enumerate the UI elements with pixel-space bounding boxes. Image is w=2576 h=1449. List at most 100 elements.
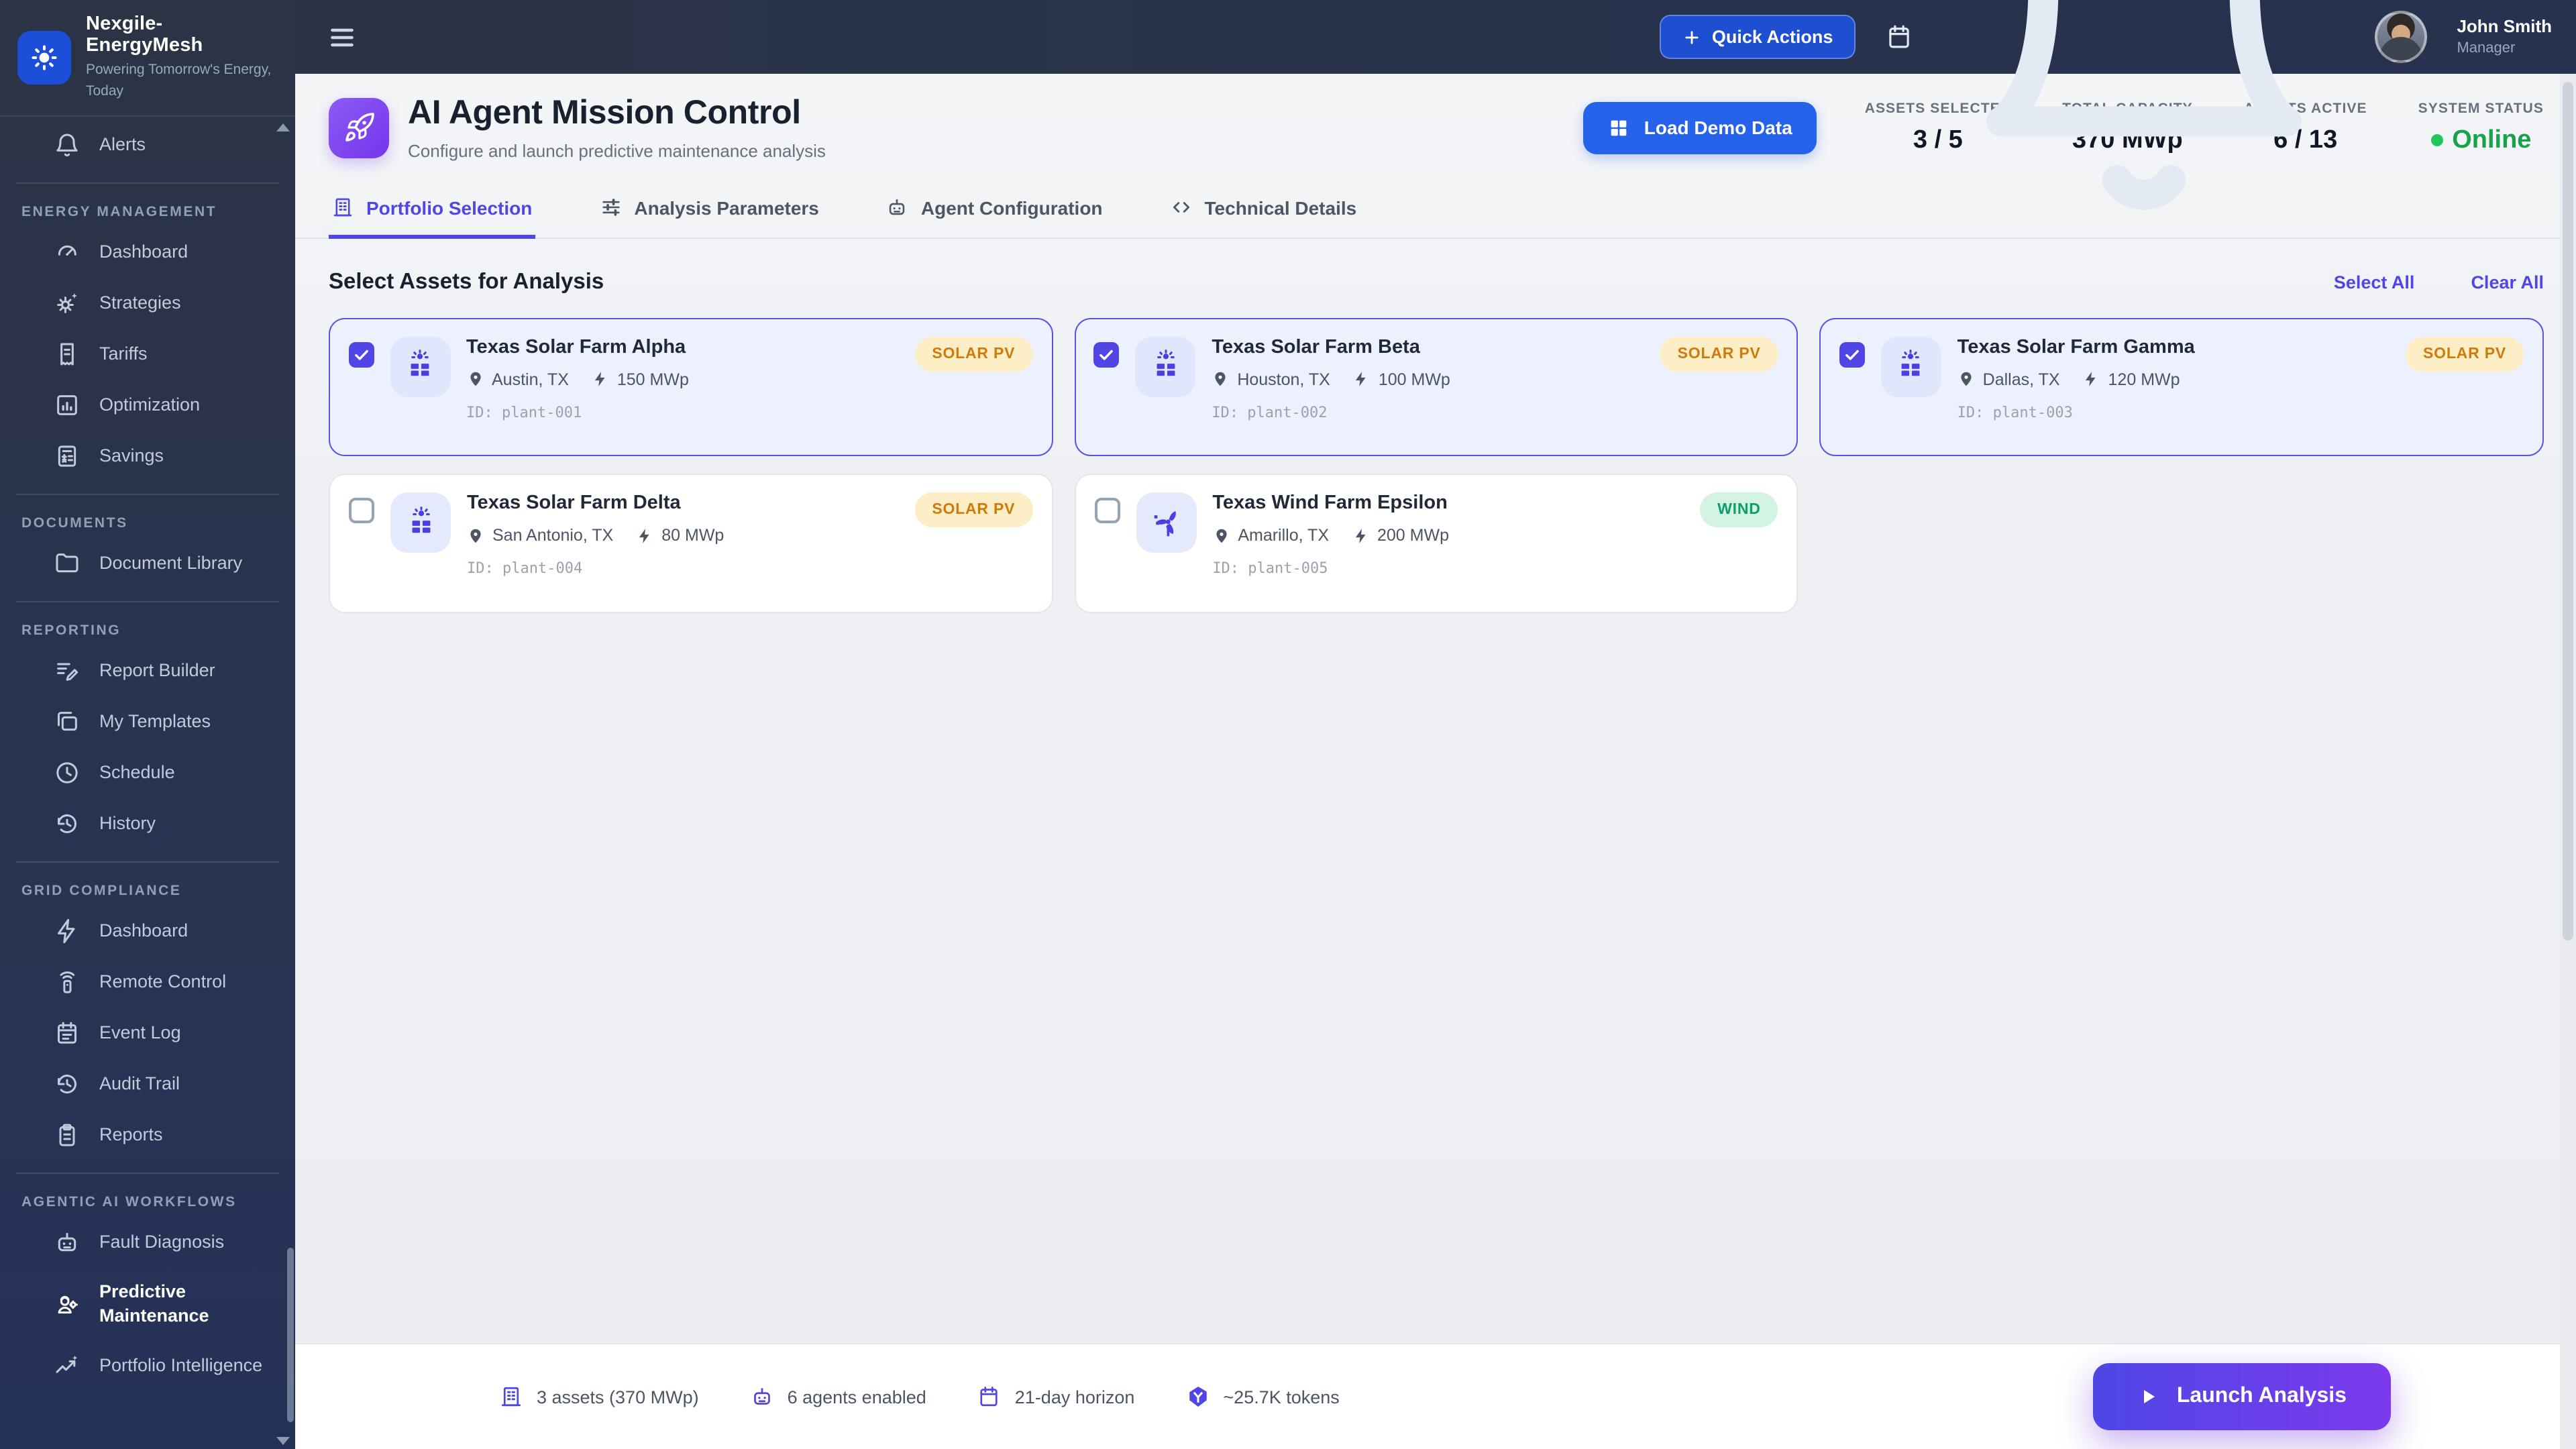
menu-icon[interactable] bbox=[327, 22, 357, 52]
asset-id: ID: plant-005 bbox=[1212, 559, 1778, 577]
calendar-icon[interactable] bbox=[1885, 23, 1913, 51]
chart-square-icon bbox=[54, 392, 80, 419]
building-icon bbox=[499, 1385, 523, 1409]
sidebar-scrollbar[interactable] bbox=[287, 1248, 294, 1422]
asset-checkbox[interactable] bbox=[1839, 341, 1865, 367]
tab-technical-details[interactable]: Technical Details bbox=[1167, 181, 1360, 237]
sidebar-item-report-builder[interactable]: Report Builder bbox=[0, 645, 295, 696]
sidebar-item-schedule[interactable]: Schedule bbox=[0, 747, 295, 798]
sidebar-item-history[interactable]: History bbox=[0, 798, 295, 849]
sidebar-scroll-up-icon[interactable] bbox=[276, 123, 290, 131]
sidebar-section: DOCUMENTS Document Library bbox=[0, 494, 295, 589]
asset-type-badge: WIND bbox=[1700, 492, 1778, 527]
asset-checkbox[interactable] bbox=[349, 498, 374, 523]
sidebar-item-my-templates[interactable]: My Templates bbox=[0, 696, 295, 747]
sidebar-item-savings[interactable]: Savings bbox=[0, 431, 295, 482]
sidebar-item-predictive-maintenance[interactable]: Predictive Maintenance bbox=[0, 1268, 295, 1341]
bolt-fill-icon bbox=[2083, 370, 2100, 388]
section-label: GRID COMPLIANCE bbox=[0, 875, 295, 906]
robot-icon bbox=[54, 1229, 80, 1256]
asset-checkbox[interactable] bbox=[1093, 341, 1119, 367]
asset-capacity: 80 MWp bbox=[661, 526, 724, 545]
sidebar-item-portfolio-intelligence[interactable]: Portfolio Intelligence bbox=[0, 1341, 295, 1392]
sidebar-item-event-log[interactable]: Event Log bbox=[0, 1008, 295, 1059]
sidebar-item-optimization[interactable]: Optimization bbox=[0, 380, 295, 431]
asset-card-texas-solar-farm-alpha[interactable]: Texas Solar Farm Alpha Austin, TX 150 MW… bbox=[329, 318, 1053, 456]
sidebar-item-remote-control[interactable]: Remote Control bbox=[0, 957, 295, 1008]
section-label: ENERGY MANAGEMENT bbox=[0, 196, 295, 227]
sidebar-item-dashboard[interactable]: Dashboard bbox=[0, 227, 295, 278]
asset-capacity: 150 MWp bbox=[617, 370, 689, 388]
summary-6-agents-enabled: 6 agents enabled bbox=[750, 1385, 926, 1409]
status-dot bbox=[2430, 134, 2443, 146]
pin-icon bbox=[466, 370, 484, 388]
gauge-icon bbox=[54, 239, 80, 266]
stat-system-status: SYSTEM STATUS Online bbox=[2418, 100, 2544, 155]
asset-icon-tile bbox=[1881, 336, 1941, 396]
avatar[interactable] bbox=[2375, 11, 2427, 63]
sidebar-item-document-library[interactable]: Document Library bbox=[0, 538, 295, 589]
user-name: John Smith bbox=[2457, 17, 2552, 37]
asset-card-texas-solar-farm-delta[interactable]: Texas Solar Farm Delta San Antonio, TX 8… bbox=[329, 474, 1053, 613]
check-icon bbox=[1097, 345, 1115, 363]
sidebar-item-tariffs[interactable]: Tariffs bbox=[0, 329, 295, 380]
rocket-icon bbox=[343, 111, 375, 144]
bolt-fill-icon bbox=[592, 370, 609, 388]
asset-card-texas-solar-farm-gamma[interactable]: Texas Solar Farm Gamma Dallas, TX 120 MW… bbox=[1820, 318, 2544, 456]
plus-icon bbox=[1682, 28, 1701, 46]
asset-icon-tile bbox=[1136, 492, 1196, 553]
asset-checkbox[interactable] bbox=[348, 341, 374, 367]
notifications-button[interactable]: 4 bbox=[1943, 0, 2345, 238]
bolt-fill-icon bbox=[1352, 527, 1369, 544]
section-divider bbox=[16, 182, 279, 184]
page-scrollbar[interactable] bbox=[2560, 74, 2576, 1449]
asset-type-badge: SOLAR PV bbox=[2406, 337, 2524, 372]
tab-analysis-parameters[interactable]: Analysis Parameters bbox=[596, 181, 822, 237]
calculator-icon bbox=[54, 443, 80, 470]
asset-card-texas-solar-farm-beta[interactable]: Texas Solar Farm Beta Houston, TX 100 MW… bbox=[1074, 318, 1798, 456]
asset-checkbox[interactable] bbox=[1094, 498, 1120, 523]
asset-location: Dallas, TX bbox=[1983, 370, 2060, 388]
tab-agent-configuration[interactable]: Agent Configuration bbox=[883, 181, 1106, 237]
sidebar-item-dashboard[interactable]: Dashboard bbox=[0, 906, 295, 957]
page-scrollbar-thumb[interactable] bbox=[2563, 82, 2573, 941]
content: Select Assets for Analysis Select All Cl… bbox=[295, 239, 2576, 1343]
robot-icon bbox=[886, 196, 909, 219]
calendar-lines-icon bbox=[54, 1020, 80, 1046]
history-icon bbox=[54, 1071, 80, 1097]
folder-icon bbox=[54, 550, 80, 577]
asset-id: ID: plant-001 bbox=[466, 403, 1033, 421]
sidebar-scroll-down-icon[interactable] bbox=[276, 1437, 290, 1445]
templates-icon bbox=[54, 708, 80, 735]
sidebar-item-strategies[interactable]: Strategies bbox=[0, 278, 295, 329]
sidebar-item-reports[interactable]: Reports bbox=[0, 1110, 295, 1161]
section-divider bbox=[16, 861, 279, 863]
check-icon bbox=[352, 345, 370, 363]
section-label: AGENTIC AI WORKFLOWS bbox=[0, 1186, 295, 1217]
clipboard-icon bbox=[54, 1122, 80, 1148]
asset-location: San Antonio, TX bbox=[492, 526, 613, 545]
asset-type-badge: SOLAR PV bbox=[914, 337, 1032, 372]
launch-analysis-button[interactable]: Launch Analysis bbox=[2094, 1363, 2391, 1430]
sidebar-section: Alerts bbox=[0, 119, 295, 170]
quick-actions-button[interactable]: Quick Actions bbox=[1660, 15, 1856, 59]
summary-21-day-horizon: 21-day horizon bbox=[977, 1385, 1135, 1409]
load-demo-data-button[interactable]: Load Demo Data bbox=[1584, 101, 1817, 154]
brand-logo bbox=[17, 31, 71, 85]
asset-id: ID: plant-004 bbox=[467, 559, 1032, 577]
footer-bar: 3 assets (370 MWp) 6 agents enabled 21-d… bbox=[295, 1343, 2576, 1449]
asset-icon-tile bbox=[390, 336, 450, 396]
user-menu[interactable]: John Smith Manager bbox=[2457, 17, 2552, 57]
clear-all-link[interactable]: Clear All bbox=[2471, 272, 2544, 292]
grid-icon bbox=[1608, 116, 1631, 139]
asset-icon-tile bbox=[1135, 336, 1195, 396]
main-area: Quick Actions 4 John Smith Manager bbox=[295, 0, 2576, 1449]
sidebar-item-audit-trail[interactable]: Audit Trail bbox=[0, 1059, 295, 1110]
asset-capacity: 120 MWp bbox=[2108, 370, 2180, 388]
solar-icon bbox=[403, 505, 438, 540]
select-all-link[interactable]: Select All bbox=[2334, 272, 2415, 292]
sidebar-item-fault-diagnosis[interactable]: Fault Diagnosis bbox=[0, 1217, 295, 1268]
tab-portfolio-selection[interactable]: Portfolio Selection bbox=[329, 181, 535, 237]
sidebar-item-alerts[interactable]: Alerts bbox=[0, 119, 295, 170]
asset-card-texas-wind-farm-epsilon[interactable]: Texas Wind Farm Epsilon Amarillo, TX 200… bbox=[1074, 474, 1798, 613]
